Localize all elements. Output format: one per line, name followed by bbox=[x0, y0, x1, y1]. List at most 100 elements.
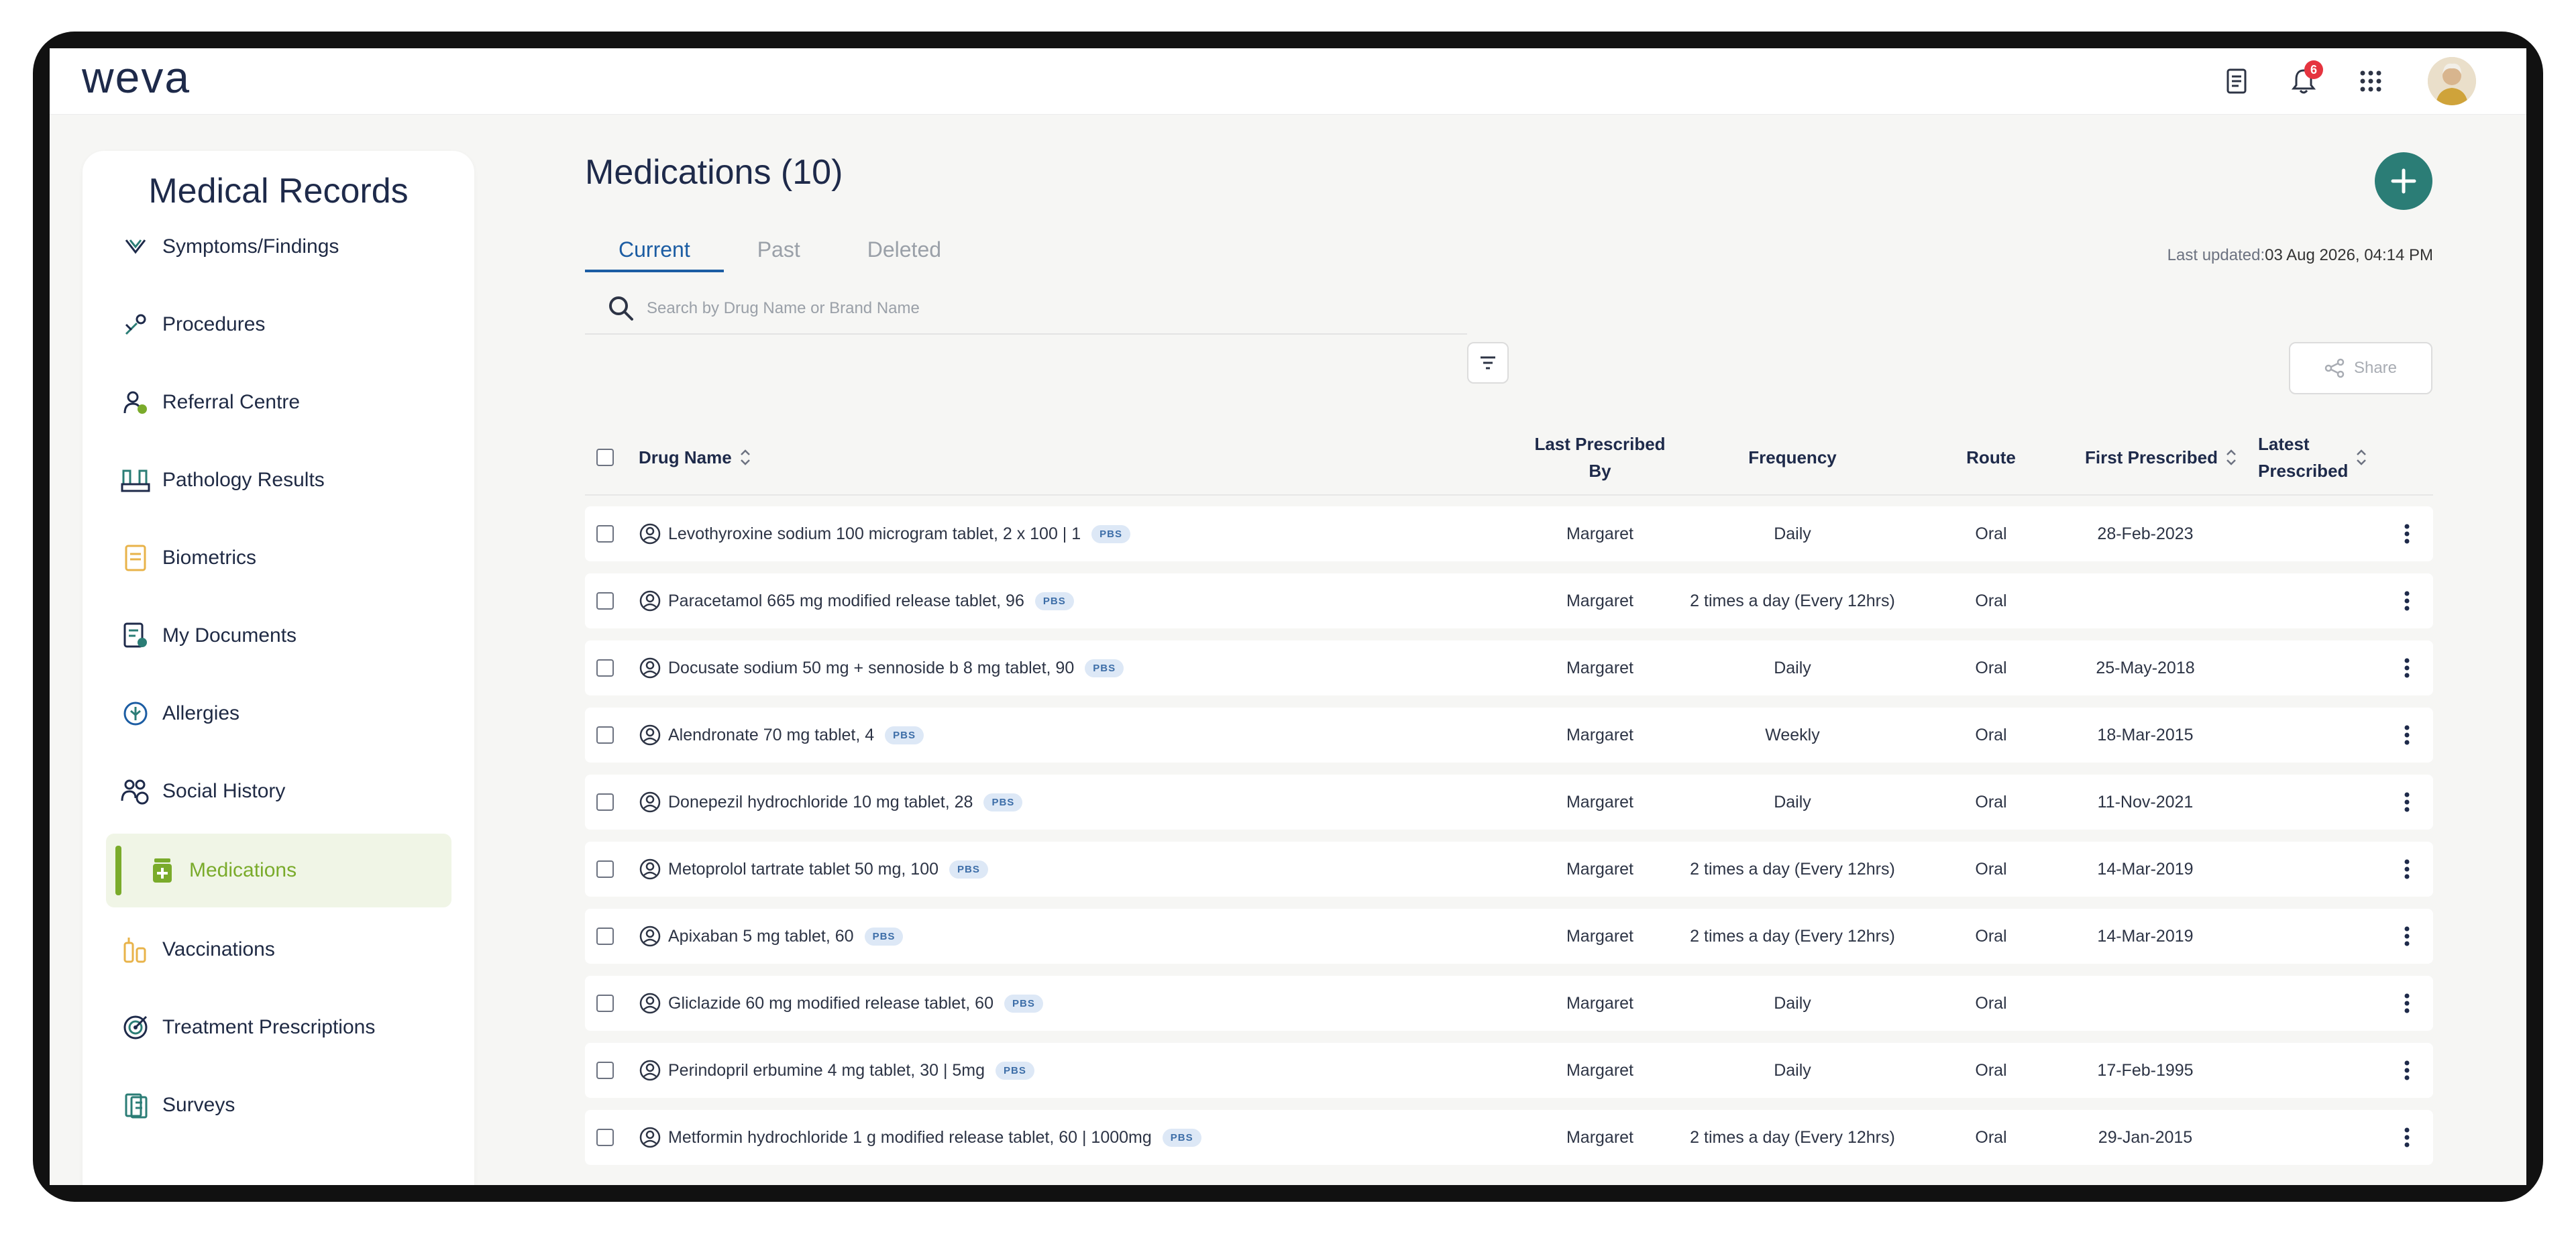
sidebar-item-biometrics[interactable]: Biometrics bbox=[106, 521, 451, 595]
prescribed-by-cell: Margaret bbox=[1566, 591, 1634, 610]
search-bar bbox=[585, 283, 1467, 335]
drug-name: Paracetamol 665 mg modified release tabl… bbox=[668, 591, 1024, 610]
frequency-cell: 2 times a day (Every 12hrs) bbox=[1690, 859, 1895, 879]
avatar[interactable] bbox=[2428, 57, 2476, 105]
sidebar-item-procedures[interactable]: Procedures bbox=[106, 288, 451, 361]
sidebar-item-my-documents[interactable]: My Documents bbox=[106, 599, 451, 673]
row-checkbox[interactable] bbox=[596, 726, 614, 744]
route-cell: Oral bbox=[1975, 725, 2007, 744]
sidebar-list[interactable]: Symptoms/Findings Procedures Referral Ce… bbox=[106, 231, 451, 1185]
top-icons: 6 bbox=[2213, 48, 2476, 114]
table-row[interactable]: Levothyroxine sodium 100 microgram table… bbox=[585, 506, 2433, 561]
biometrics-icon bbox=[119, 542, 152, 574]
table-row[interactable]: Gliclazide 60 mg modified release tablet… bbox=[585, 976, 2433, 1031]
sidebar-item-social-history[interactable]: Social History bbox=[106, 754, 451, 828]
row-menu-button[interactable] bbox=[2394, 1050, 2420, 1090]
row-checkbox[interactable] bbox=[596, 995, 614, 1012]
row-checkbox[interactable] bbox=[596, 659, 614, 677]
table-row[interactable]: Metoprolol tartrate tablet 50 mg, 100 PB… bbox=[585, 842, 2433, 897]
route-cell: Oral bbox=[1975, 658, 2007, 677]
logo-text: weva bbox=[82, 52, 191, 102]
sidebar-item-label: Surveys bbox=[162, 1094, 235, 1116]
weva-logo[interactable]: weva bbox=[82, 51, 256, 105]
sidebar-item-symptoms[interactable]: Symptoms/Findings bbox=[106, 231, 451, 284]
drug-name-cell: Donepezil hydrochloride 10 mg tablet, 28… bbox=[639, 775, 1023, 830]
frequency-cell: Daily bbox=[1774, 1060, 1811, 1080]
top-bar: weva 6 bbox=[50, 48, 2526, 115]
drug-name: Docusate sodium 50 mg + sennoside b 8 mg… bbox=[668, 658, 1075, 677]
row-menu-button[interactable] bbox=[2394, 849, 2420, 889]
table-row[interactable]: Alendronate 70 mg tablet, 4 PBS Margaret… bbox=[585, 708, 2433, 763]
notification-bell[interactable]: 6 bbox=[2280, 58, 2327, 105]
table-row[interactable]: Metformin hydrochloride 1 g modified rel… bbox=[585, 1110, 2433, 1165]
tab-current[interactable]: Current bbox=[585, 229, 724, 272]
row-checkbox[interactable] bbox=[596, 1062, 614, 1079]
column-first-prescribed[interactable]: First Prescribed bbox=[2085, 420, 2241, 494]
pbs-badge: PBS bbox=[983, 793, 1023, 811]
row-menu-button[interactable] bbox=[2394, 1117, 2420, 1158]
row-menu-button[interactable] bbox=[2394, 715, 2420, 755]
tab-deleted[interactable]: Deleted bbox=[834, 229, 975, 270]
first-prescribed-cell: 14-Mar-2019 bbox=[2097, 859, 2194, 879]
row-checkbox[interactable] bbox=[596, 1129, 614, 1146]
pbs-badge: PBS bbox=[1034, 592, 1074, 610]
medications-icon bbox=[146, 854, 178, 887]
first-prescribed-cell: 11-Nov-2021 bbox=[2097, 792, 2194, 811]
row-menu-button[interactable] bbox=[2394, 916, 2420, 956]
allergies-icon bbox=[119, 697, 152, 730]
route-cell: Oral bbox=[1975, 524, 2007, 543]
latest-prescribed-cell bbox=[2235, 640, 2369, 695]
row-menu-button[interactable] bbox=[2394, 514, 2420, 554]
table-row[interactable]: Apixaban 5 mg tablet, 60 PBS Margaret 2 … bbox=[585, 909, 2433, 964]
tab-past[interactable]: Past bbox=[724, 229, 834, 270]
sidebar-item-referral-centre[interactable]: Referral Centre bbox=[106, 366, 451, 439]
filter-button[interactable] bbox=[1467, 342, 1509, 384]
row-menu-button[interactable] bbox=[2394, 983, 2420, 1023]
column-label: Prescribed bbox=[2258, 461, 2349, 481]
prescribed-by-cell: Margaret bbox=[1566, 658, 1634, 677]
pbs-badge: PBS bbox=[885, 726, 924, 744]
table-row[interactable]: Perindopril erbumine 4 mg tablet, 30 | 5… bbox=[585, 1043, 2433, 1098]
user-circle-icon bbox=[639, 1127, 661, 1148]
drug-name: Gliclazide 60 mg modified release tablet… bbox=[668, 993, 994, 1013]
sidebar-item-surveys[interactable]: Surveys bbox=[106, 1068, 451, 1142]
select-all-checkbox[interactable] bbox=[596, 449, 614, 466]
search-input[interactable] bbox=[645, 298, 1453, 319]
share-icon bbox=[2324, 358, 2345, 378]
sort-icon[interactable] bbox=[2352, 445, 2371, 469]
first-prescribed-cell: 29-Jan-2015 bbox=[2098, 1127, 2193, 1147]
row-checkbox[interactable] bbox=[596, 928, 614, 945]
more-vertical-icon bbox=[2404, 792, 2410, 812]
route-cell: Oral bbox=[1975, 926, 2007, 946]
row-checkbox[interactable] bbox=[596, 525, 614, 543]
share-button[interactable]: Share bbox=[2289, 342, 2432, 394]
sidebar-item-allergies[interactable]: Allergies bbox=[106, 677, 451, 750]
column-drug-name[interactable]: Drug Name bbox=[639, 420, 755, 494]
row-checkbox[interactable] bbox=[596, 592, 614, 610]
row-menu-button[interactable] bbox=[2394, 581, 2420, 621]
more-vertical-icon bbox=[2404, 926, 2410, 946]
row-checkbox[interactable] bbox=[596, 793, 614, 811]
sidebar-item-treatment-prescriptions[interactable]: Treatment Prescriptions bbox=[106, 991, 451, 1064]
add-medication-button[interactable] bbox=[2375, 152, 2432, 210]
row-menu-button[interactable] bbox=[2394, 782, 2420, 822]
column-latest-prescribed[interactable]: Latest Prescribed bbox=[2258, 420, 2371, 494]
apps-grid-icon[interactable] bbox=[2347, 58, 2394, 105]
records-icon[interactable] bbox=[2213, 58, 2260, 105]
sidebar-item-vaccinations[interactable]: Vaccinations bbox=[106, 913, 451, 987]
table-row[interactable]: Docusate sodium 50 mg + sennoside b 8 mg… bbox=[585, 640, 2433, 695]
column-label: Last Prescribed bbox=[1534, 434, 1666, 454]
table-row[interactable]: Donepezil hydrochloride 10 mg tablet, 28… bbox=[585, 775, 2433, 830]
sidebar-item-label: Symptoms/Findings bbox=[162, 235, 339, 258]
row-menu-button[interactable] bbox=[2394, 648, 2420, 688]
route-cell: Oral bbox=[1975, 792, 2007, 811]
sidebar-item-pathology-results[interactable]: Pathology Results bbox=[106, 443, 451, 517]
sort-icon[interactable] bbox=[2222, 445, 2241, 469]
table-row[interactable]: Paracetamol 665 mg modified release tabl… bbox=[585, 573, 2433, 628]
more-vertical-icon bbox=[2404, 658, 2410, 678]
row-checkbox[interactable] bbox=[596, 860, 614, 878]
sort-icon[interactable] bbox=[736, 445, 755, 469]
user-circle-icon bbox=[639, 925, 661, 947]
sidebar-item-medications[interactable]: Medications bbox=[106, 834, 451, 907]
last-updated-label: Last updated: bbox=[2167, 246, 2265, 264]
